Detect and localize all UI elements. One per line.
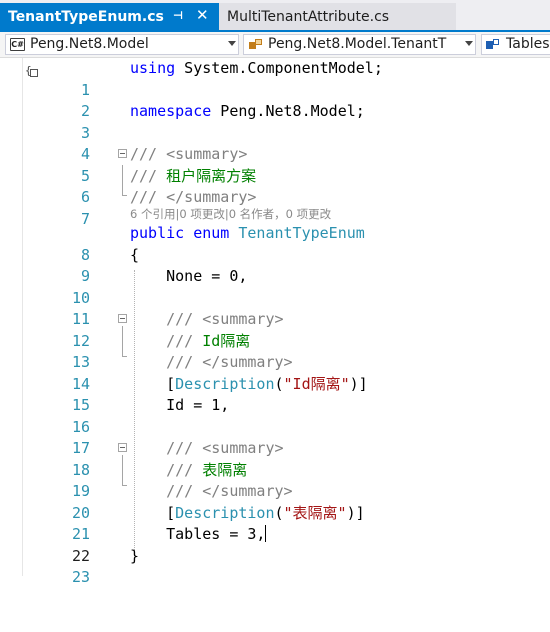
attribute-name: Description [175, 374, 275, 393]
doc-comment-slashes: /// [130, 460, 203, 479]
enum-member-icon [486, 39, 500, 51]
code-line: 4 [0, 123, 550, 163]
code-text: System.ComponentModel; [175, 59, 383, 77]
doc-comment-slashes: /// [130, 145, 167, 163]
code-line: 20 /// </summary> [0, 481, 550, 522]
type-dropdown[interactable]: Peng.Net8.Model.TenantT [243, 34, 476, 55]
code-text: { [130, 245, 140, 264]
doc-comment-slashes: /// [130, 310, 203, 328]
doc-comment-tag: <summary> [166, 145, 248, 163]
class-icon [249, 39, 263, 51]
code-editor[interactable]: { 6 个引用|0 项更改|0 名作者，0 项更改 1 using System… [0, 58, 550, 587]
code-text: ( [274, 503, 284, 522]
code-line: 9 { [0, 245, 550, 286]
doc-comment-tag: </summary> [202, 353, 293, 371]
line-number: 23 [71, 568, 90, 586]
code-text: [ [130, 503, 176, 522]
doc-comment-tag: </summary> [166, 188, 257, 206]
code-line: 3 namespace Peng.Net8.Model; [0, 101, 550, 142]
navigation-bar: C# Peng.Net8.Model Peng.Net8.Model.Tenan… [0, 32, 550, 58]
code-line: 15 [Description("Id隔离")] [0, 374, 550, 415]
doc-comment-slashes: /// [130, 166, 167, 185]
code-text: )] [346, 503, 365, 522]
csharp-project-icon: C# [10, 38, 25, 51]
code-text: Tables = 3, [130, 525, 266, 543]
code-text: [ [130, 374, 176, 393]
doc-comment-slashes: /// [130, 353, 203, 371]
code-line: 19 /// 表隔离 [0, 460, 550, 501]
type-label: Peng.Net8.Model.TenantT [268, 36, 447, 52]
code-text: } [130, 546, 140, 565]
close-icon[interactable]: ✕ [196, 6, 209, 24]
code-line: 2 [0, 80, 550, 120]
project-label: Peng.Net8.Model [30, 36, 149, 52]
member-dropdown[interactable]: Tables [481, 34, 550, 55]
code-line: 8 public enum TenantTypeEnum [0, 223, 550, 264]
code-line: 14 /// </summary> [0, 352, 550, 393]
code-text: )] [349, 374, 368, 393]
tab-label: MultiTenantAttribute.cs [227, 8, 390, 25]
tab-tenant-type-enum[interactable]: TenantTypeEnum.cs ⊣ ✕ [0, 3, 219, 30]
keyword-namespace: namespace [130, 102, 212, 120]
tab-multi-tenant-attribute[interactable]: MultiTenantAttribute.cs [219, 3, 456, 30]
code-line: 6 /// 租户隔离方案 [0, 166, 550, 207]
text-cursor [265, 525, 267, 542]
document-tab-strip: TenantTypeEnum.cs ⊣ ✕ MultiTenantAttribu… [0, 0, 550, 32]
type-name: TenantTypeEnum [238, 224, 365, 242]
fold-toggle[interactable] [118, 314, 127, 323]
code-line: 17 [0, 417, 550, 457]
fold-toggle[interactable] [118, 443, 127, 452]
doc-comment-text: 租户隔离方案 [166, 166, 257, 185]
fold-toggle[interactable] [118, 149, 127, 158]
doc-comment-text: 表隔离 [202, 460, 248, 479]
doc-comment-slashes: /// [130, 188, 167, 206]
code-line: 18 /// <summary> [0, 438, 550, 479]
code-line: 11 [0, 288, 550, 328]
keyword-public-enum: public enum [130, 224, 239, 242]
code-text: Id = 1, [130, 396, 230, 414]
project-dropdown[interactable]: C# Peng.Net8.Model [5, 34, 239, 55]
string-literal: "表隔离" [283, 503, 347, 522]
chevron-down-icon [465, 41, 473, 46]
code-line: 5 /// <summary> [0, 144, 550, 185]
code-line: 16 Id = 1, [0, 395, 550, 436]
doc-comment-slashes: /// [130, 482, 203, 500]
keyword-using: using [130, 59, 176, 77]
code-line-current: 22 Tables = 3, [0, 524, 550, 565]
code-line: 1 using System.ComponentModel; [0, 58, 550, 99]
member-label: Tables [506, 36, 550, 52]
doc-comment-tag: </summary> [202, 482, 293, 500]
doc-comment-text: Id隔离 [202, 331, 251, 350]
doc-comment-tag: <summary> [202, 439, 284, 457]
doc-comment-tag: <summary> [202, 310, 284, 328]
code-line: 21 [Description("表隔离")] [0, 503, 550, 544]
code-text: Peng.Net8.Model; [211, 102, 365, 120]
code-line: 13 /// Id隔离 [0, 331, 550, 372]
pin-icon[interactable]: ⊣ [173, 9, 183, 22]
attribute-name: Description [175, 503, 275, 522]
code-text: ( [274, 374, 284, 393]
doc-comment-slashes: /// [130, 439, 203, 457]
string-literal: "Id隔离" [283, 374, 350, 393]
code-text: None = 0, [130, 267, 248, 285]
code-line: 7 /// </summary> [0, 187, 550, 228]
tab-label: TenantTypeEnum.cs [8, 8, 164, 25]
code-line: 10 None = 0, [0, 266, 550, 307]
code-line: 23 } [0, 546, 550, 587]
doc-comment-slashes: /// [130, 331, 203, 350]
chevron-down-icon [228, 41, 236, 46]
code-line: 12 /// <summary> [0, 309, 550, 350]
